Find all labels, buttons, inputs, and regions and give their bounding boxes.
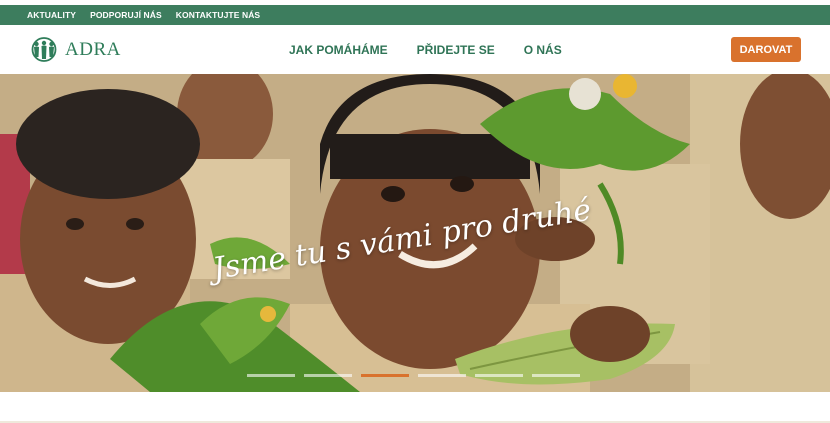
topbar-link-kontaktujte-nas[interactable]: KONTAKTUJTE NÁS: [176, 10, 260, 20]
slider-dot[interactable]: [418, 374, 466, 377]
utility-bar: AKTUALITY PODPORUJÍ NÁS KONTAKTUJTE NÁS: [0, 5, 830, 25]
topbar-link-aktuality[interactable]: AKTUALITY: [27, 10, 76, 20]
nav-item-o-nas[interactable]: O NÁS: [524, 43, 562, 57]
slider-dots: [247, 374, 589, 377]
main-nav: JAK POMÁHÁME PŘIDEJTE SE O NÁS: [289, 43, 562, 57]
slider-dot[interactable]: [532, 374, 580, 377]
adra-people-globe-icon: [31, 37, 57, 62]
slider-dot-active[interactable]: [361, 374, 409, 377]
logo[interactable]: ADRA: [27, 37, 121, 62]
slider-dot[interactable]: [247, 374, 295, 377]
donate-button[interactable]: DAROVAT: [731, 37, 801, 62]
site-header: ADRA JAK POMÁHÁME PŘIDEJTE SE O NÁS DARO…: [0, 25, 830, 74]
content-area: [0, 392, 830, 423]
slider-dot[interactable]: [304, 374, 352, 377]
slider-dot[interactable]: [475, 374, 523, 377]
nav-item-pridejte-se[interactable]: PŘIDEJTE SE: [417, 43, 495, 57]
nav-item-jak-pomahame[interactable]: JAK POMÁHÁME: [289, 43, 388, 57]
hero-banner: Jsme tu s vámi pro druhé: [0, 74, 830, 392]
logo-text: ADRA: [65, 38, 121, 60]
topbar-link-podporuji-nas[interactable]: PODPORUJÍ NÁS: [90, 10, 162, 20]
